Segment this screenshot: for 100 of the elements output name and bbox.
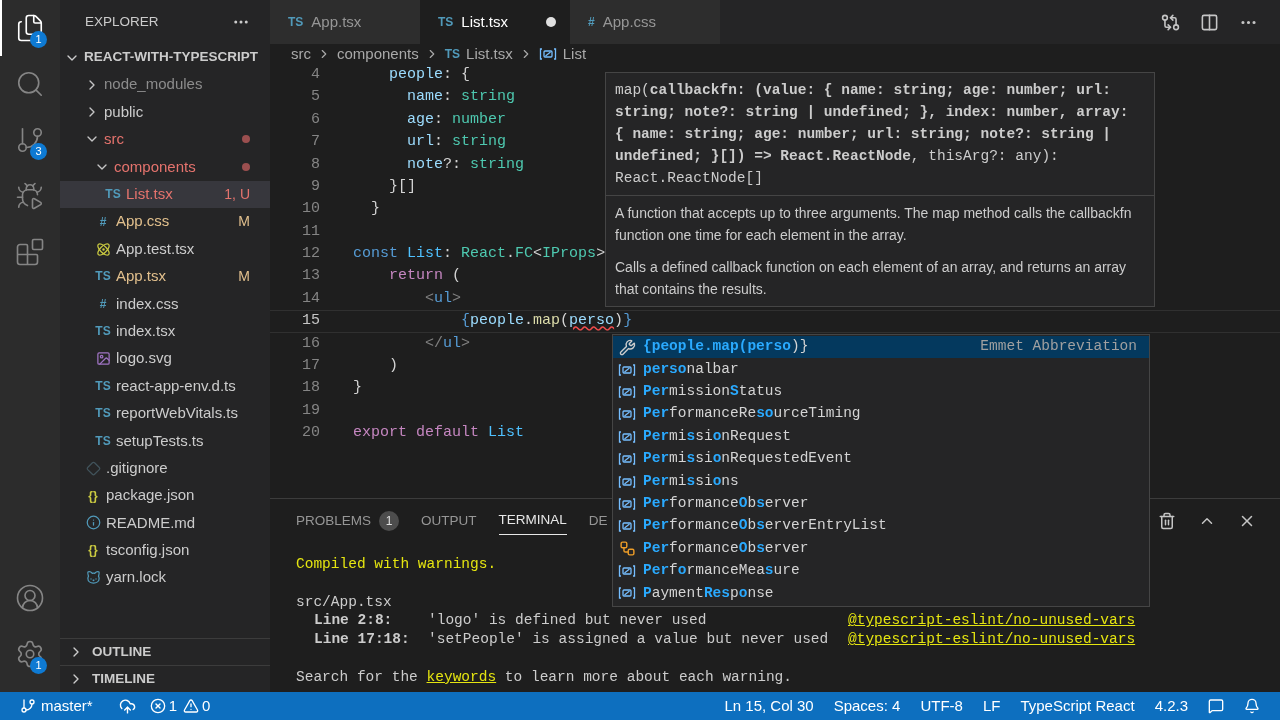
file-item[interactable]: TS react-app-env.d.ts xyxy=(60,372,270,400)
search-icon[interactable] xyxy=(15,69,45,99)
file-type-glyph: TS xyxy=(94,268,112,286)
status-item[interactable]: Spaces: 4 xyxy=(833,694,901,718)
run-debug-icon[interactable] xyxy=(15,181,45,211)
breadcrumb-item[interactable]: List.tsx xyxy=(466,42,513,66)
code-line: } xyxy=(370,199,380,220)
warning-count[interactable]: 0 xyxy=(202,694,211,718)
sidebar-title: EXPLORER xyxy=(85,12,159,31)
symbol-variable-icon xyxy=(618,474,636,489)
bell-icon[interactable] xyxy=(1244,698,1260,714)
file-item[interactable]: # index.css xyxy=(60,290,270,318)
folder-item[interactable]: src xyxy=(60,125,270,154)
folder-header[interactable]: REACT-WITH-TYPESCRIPT xyxy=(60,44,270,71)
editor-tab[interactable]: TS App.tsx xyxy=(270,0,420,44)
status-item[interactable]: LF xyxy=(982,694,1001,718)
suggestion-item[interactable]: PerformanceObserverEntryList xyxy=(613,515,1149,538)
error-icon[interactable] xyxy=(149,698,166,714)
file-item[interactable]: {} package.json xyxy=(60,481,270,510)
file-item[interactable]: TS setupTests.ts xyxy=(60,427,270,455)
suggestion-item[interactable]: Permissions xyxy=(613,470,1149,493)
branch-name[interactable]: master* xyxy=(41,694,93,718)
rule-link[interactable]: @typescript-eslint/no-unused-vars xyxy=(848,630,1280,649)
suggestion-item[interactable]: PerformanceObserver xyxy=(613,492,1149,516)
code-line: <ul> xyxy=(424,288,462,309)
folder-item[interactable]: public xyxy=(60,98,270,126)
status-item[interactable]: TypeScript React xyxy=(1020,694,1135,718)
editor-tab[interactable]: # App.css xyxy=(570,0,720,44)
status-item[interactable]: UTF-8 xyxy=(920,694,963,718)
compare-icon[interactable] xyxy=(1161,12,1180,32)
suggestion-item[interactable]: PerformanceMeasure xyxy=(613,559,1149,583)
breadcrumb-item[interactable]: src xyxy=(291,42,311,66)
file-item[interactable]: App.test.tsx xyxy=(60,235,270,263)
breadcrumb-item[interactable]: components xyxy=(337,42,419,66)
file-item[interactable]: README.md xyxy=(60,509,270,537)
file-item[interactable]: {} tsconfig.json xyxy=(60,536,270,565)
line-number: 20 xyxy=(301,423,320,444)
folder-item[interactable]: components xyxy=(60,153,270,181)
wrench-icon xyxy=(618,338,636,356)
symbol-variable-icon xyxy=(618,586,636,601)
line-number: 4 xyxy=(310,64,320,85)
suggestion-item[interactable]: PerformanceResourceTiming xyxy=(613,403,1149,426)
git-status-label: M xyxy=(238,266,250,286)
info-icon xyxy=(85,515,101,531)
status-item[interactable]: 4.2.3 xyxy=(1154,694,1188,718)
suggestion-item[interactable]: PerformanceObserver xyxy=(613,537,1149,560)
file-item[interactable]: yarn.lock xyxy=(60,564,270,592)
suggestion-item[interactable]: PermissionStatus xyxy=(613,380,1149,404)
settings-icon[interactable] xyxy=(15,639,45,669)
section-header[interactable]: OUTLINE xyxy=(60,638,270,665)
panel-tab[interactable]: PROBLEMS 1 xyxy=(296,507,400,535)
atom-icon xyxy=(95,241,111,257)
branch-icon[interactable] xyxy=(20,698,36,714)
feedback-icon[interactable] xyxy=(1208,698,1224,714)
source-control-icon[interactable] xyxy=(15,125,45,155)
code-line: url: string xyxy=(406,132,507,153)
line-number: 17 xyxy=(301,356,320,377)
file-type-glyph: TS xyxy=(94,432,112,450)
code-line: </ul> xyxy=(424,333,471,354)
file-item[interactable]: TS reportWebVitals.ts xyxy=(60,399,270,428)
file-item[interactable]: logo.svg xyxy=(60,344,270,373)
file-item[interactable]: TS App.tsx M xyxy=(60,262,270,291)
code-line: age: number xyxy=(406,109,507,130)
panel-tab[interactable]: DE xyxy=(588,507,608,535)
suggestion-item[interactable]: PaymentResponse xyxy=(613,582,1149,605)
status-item[interactable]: Ln 15, Col 30 xyxy=(724,694,814,718)
suggestion-item[interactable]: PermissionRequestedEvent xyxy=(613,447,1149,471)
count-badge: 1 xyxy=(379,511,400,531)
file-item[interactable]: .gitignore xyxy=(60,454,270,482)
suggestion-item[interactable]: PermissionRequest xyxy=(613,425,1149,448)
line-number: 11 xyxy=(301,221,320,242)
error-count[interactable]: 1 xyxy=(168,694,178,718)
file-item[interactable]: # App.css M xyxy=(60,207,270,236)
code-line: }[] xyxy=(388,176,416,197)
explorer-icon[interactable] xyxy=(15,13,45,43)
split-editor-icon[interactable] xyxy=(1200,12,1219,32)
panel-tab[interactable]: TERMINAL xyxy=(498,507,567,535)
extensions-icon[interactable] xyxy=(15,237,45,267)
suggestion-item[interactable]: personalbar xyxy=(613,358,1149,381)
code-line: ) xyxy=(388,356,398,377)
file-item[interactable]: TS index.tsx xyxy=(60,317,270,345)
line-number: 7 xyxy=(310,132,320,153)
cloud-upload-icon[interactable] xyxy=(118,697,136,715)
code-line: const List: React.FC<IProps> xyxy=(353,244,606,265)
panel-tab[interactable]: OUTPUT xyxy=(421,507,477,535)
account-icon[interactable] xyxy=(15,583,45,613)
warning-icon[interactable] xyxy=(183,698,200,714)
symbol-variable-icon xyxy=(618,564,636,579)
file-type-glyph: TS xyxy=(438,14,454,31)
file-type-glyph: TS xyxy=(94,323,112,341)
editor-tab[interactable]: TS List.tsx xyxy=(420,0,570,44)
breadcrumb-item[interactable]: List xyxy=(562,42,587,66)
signature-text: map(callbackfn: (value: { name: string; age: number; url: string; note?: string | undefined; }, index: number, array: { name: string; age: number; url: string; note?: string | undefined; }[]) => React.ReactNode, thisArg?: any): React.ReactNode[] xyxy=(614,81,1130,188)
keywords-link[interactable]: keywords xyxy=(426,668,497,685)
rule-link[interactable]: @typescript-eslint/no-unused-vars xyxy=(848,611,1280,631)
file-item[interactable]: TS List.tsx 1, U xyxy=(60,180,270,208)
trash-icon[interactable] xyxy=(1158,512,1176,530)
folder-item[interactable]: node_modules xyxy=(60,71,270,99)
suggestion-item[interactable]: {people.map(perso)} Emmet Abbreviation xyxy=(613,336,1149,359)
symbol-variable-icon xyxy=(538,47,557,61)
